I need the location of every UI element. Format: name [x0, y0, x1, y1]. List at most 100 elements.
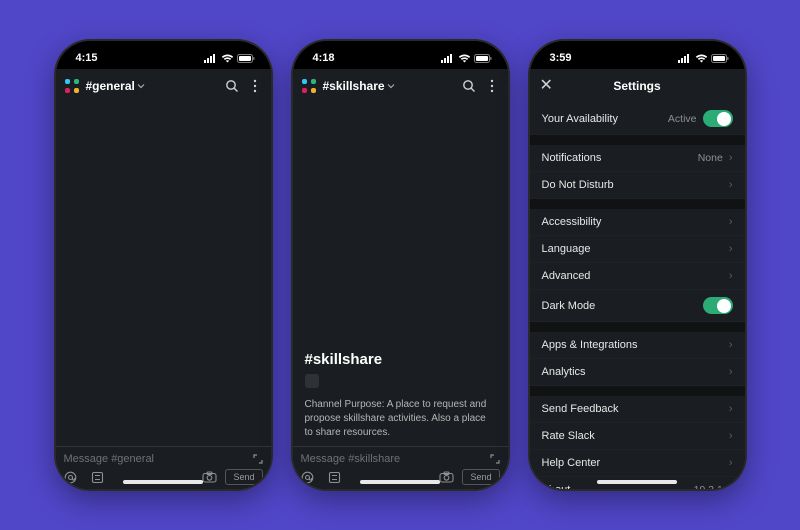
more-icon[interactable] [249, 75, 261, 97]
messages-area [56, 103, 271, 446]
row-help[interactable]: Help Center › [530, 450, 745, 477]
settings-header: ✕ Settings [530, 69, 745, 103]
row-label: Do Not Disturb [542, 179, 614, 191]
chevron-right-icon: › [729, 457, 733, 469]
search-icon[interactable] [458, 75, 480, 97]
section-gap [530, 322, 745, 332]
message-input[interactable]: Message #skillshare [301, 453, 490, 465]
channel-title-button[interactable]: #skillshare [323, 79, 452, 93]
section-gap [530, 135, 745, 145]
channel-name-heading: #skillshare [305, 351, 496, 368]
row-label: About [542, 484, 571, 489]
format-icon[interactable] [91, 471, 104, 484]
section-gap [530, 386, 745, 396]
row-label: Analytics [542, 366, 586, 378]
notch [350, 41, 450, 61]
status-time: 3:59 [550, 52, 572, 64]
channel-title-text: #general [86, 79, 135, 93]
send-button[interactable]: Send [225, 469, 262, 485]
row-advanced[interactable]: Advanced › [530, 263, 745, 290]
chevron-right-icon: › [729, 216, 733, 228]
wifi-icon [221, 54, 234, 63]
row-dark-mode[interactable]: Dark Mode [530, 290, 745, 322]
status-time: 4:18 [313, 52, 335, 64]
chevron-right-icon: › [729, 152, 733, 164]
row-label: Language [542, 243, 591, 255]
chevron-right-icon: › [729, 403, 733, 415]
row-label: Your Availability [542, 113, 618, 125]
row-notifications[interactable]: Notifications None › [530, 145, 745, 172]
row-accessibility[interactable]: Accessibility › [530, 209, 745, 236]
status-time: 4:15 [76, 52, 98, 64]
people-avatar-placeholder [305, 374, 319, 388]
channel-title-button[interactable]: #general [86, 79, 215, 93]
phone-mockup-skillshare: 4:18 #skillshare #skillshare [293, 41, 508, 489]
message-input[interactable]: Message #general [64, 453, 253, 465]
chevron-down-icon [387, 82, 395, 90]
row-apps[interactable]: Apps & Integrations › [530, 332, 745, 359]
row-value: 19.3.1 [694, 484, 723, 489]
camera-icon[interactable] [439, 471, 454, 483]
channel-title-text: #skillshare [323, 79, 385, 93]
row-label: Apps & Integrations [542, 339, 638, 351]
row-value: Active [668, 113, 697, 125]
availability-toggle[interactable] [703, 110, 733, 127]
settings-screen: ✕ Settings Your Availability Active Noti… [530, 69, 745, 489]
status-indicators [204, 54, 255, 63]
status-indicators [678, 54, 729, 63]
notch [587, 41, 687, 61]
close-icon[interactable]: ✕ [540, 78, 553, 94]
row-label: Send Feedback [542, 403, 619, 415]
mention-icon[interactable] [64, 471, 77, 484]
home-indicator [360, 480, 440, 484]
row-rate[interactable]: Rate Slack › [530, 423, 745, 450]
row-availability[interactable]: Your Availability Active [530, 103, 745, 135]
home-indicator [597, 480, 677, 484]
mention-icon[interactable] [301, 471, 314, 484]
more-icon[interactable] [486, 75, 498, 97]
notch [113, 41, 213, 61]
settings-title: Settings [613, 79, 660, 93]
messages-area: #skillshare Channel Purpose: A place to … [293, 103, 508, 446]
format-icon[interactable] [328, 471, 341, 484]
chevron-right-icon: › [729, 484, 733, 489]
camera-icon[interactable] [202, 471, 217, 483]
status-indicators [441, 54, 492, 63]
chevron-down-icon [137, 82, 145, 90]
settings-list[interactable]: Your Availability Active Notifications N… [530, 103, 745, 489]
row-label: Notifications [542, 152, 602, 164]
home-indicator [123, 480, 203, 484]
row-value: None [698, 152, 723, 164]
section-gap [530, 199, 745, 209]
slack-logo-icon [301, 78, 317, 94]
chevron-right-icon: › [729, 339, 733, 351]
row-analytics[interactable]: Analytics › [530, 359, 745, 386]
channel-purpose-text: Channel Purpose: A place to request and … [305, 398, 496, 440]
chevron-right-icon: › [729, 366, 733, 378]
wifi-icon [695, 54, 708, 63]
battery-icon [711, 54, 729, 63]
chevron-right-icon: › [729, 179, 733, 191]
slack-logo-icon [64, 78, 80, 94]
send-button[interactable]: Send [462, 469, 499, 485]
row-feedback[interactable]: Send Feedback › [530, 396, 745, 423]
phone-mockup-settings: 3:59 ✕ Settings Your Availability Active… [530, 41, 745, 489]
expand-icon[interactable] [490, 454, 500, 464]
app-screen: #general Message #general [56, 69, 271, 489]
battery-icon [237, 54, 255, 63]
row-label: Advanced [542, 270, 591, 282]
channel-header: #general [56, 69, 271, 103]
channel-header: #skillshare [293, 69, 508, 103]
row-language[interactable]: Language › [530, 236, 745, 263]
search-icon[interactable] [221, 75, 243, 97]
expand-icon[interactable] [253, 454, 263, 464]
row-label: Rate Slack [542, 430, 595, 442]
phone-mockup-general: 4:15 #general Message #gener [56, 41, 271, 489]
chevron-right-icon: › [729, 430, 733, 442]
battery-icon [474, 54, 492, 63]
chevron-right-icon: › [729, 243, 733, 255]
app-screen: #skillshare #skillshare Channel Purpose:… [293, 69, 508, 489]
row-dnd[interactable]: Do Not Disturb › [530, 172, 745, 199]
row-label: Accessibility [542, 216, 602, 228]
dark-mode-toggle[interactable] [703, 297, 733, 314]
